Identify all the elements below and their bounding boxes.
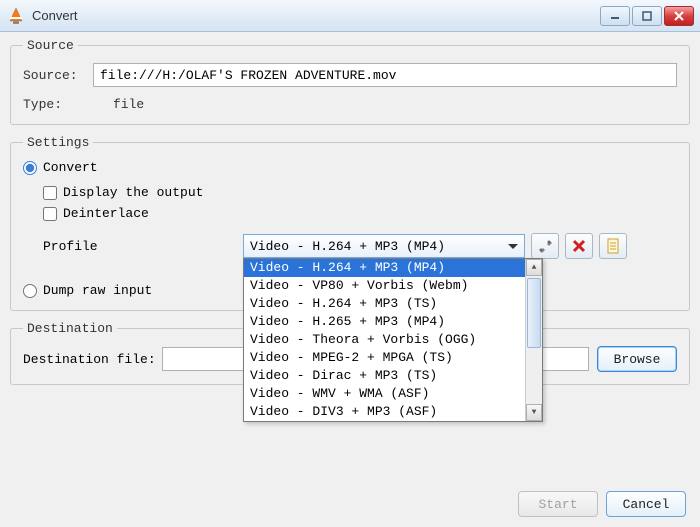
- new-profile-button[interactable]: [599, 233, 627, 259]
- doc-icon: [606, 238, 620, 254]
- settings-group: Settings Convert Display the output Dein…: [10, 135, 690, 311]
- scroll-down-icon[interactable]: ▼: [526, 404, 542, 421]
- start-button[interactable]: Start: [518, 491, 598, 517]
- profile-option[interactable]: Video - H.264 + MP3 (MP4): [244, 259, 542, 277]
- scrollbar[interactable]: ▲ ▼: [525, 259, 542, 421]
- source-group: Source Source: Type: file: [10, 38, 690, 125]
- close-button[interactable]: [664, 6, 694, 26]
- scroll-thumb[interactable]: [527, 278, 541, 348]
- type-label: Type:: [23, 97, 93, 112]
- source-label: Source:: [23, 68, 93, 83]
- x-icon: [572, 239, 586, 253]
- delete-profile-button[interactable]: [565, 233, 593, 259]
- dump-raw-label: Dump raw input: [43, 283, 152, 298]
- profile-option[interactable]: Video - H.264 + MP3 (TS): [244, 295, 542, 313]
- settings-legend: Settings: [23, 135, 93, 150]
- profile-option[interactable]: Video - VP80 + Vorbis (Webm): [244, 277, 542, 295]
- source-legend: Source: [23, 38, 78, 53]
- cancel-button[interactable]: Cancel: [606, 491, 686, 517]
- destination-file-label: Destination file:: [23, 352, 156, 367]
- convert-radio[interactable]: [23, 161, 37, 175]
- minimize-button[interactable]: [600, 6, 630, 26]
- title-bar: Convert: [0, 0, 700, 32]
- display-output-label: Display the output: [63, 185, 203, 200]
- profile-select[interactable]: Video - H.264 + MP3 (MP4): [243, 234, 525, 258]
- profile-option[interactable]: Video - WMV + WMA (ASF): [244, 385, 542, 403]
- chevron-down-icon: [508, 244, 518, 249]
- profile-option[interactable]: Video - Theora + Vorbis (OGG): [244, 331, 542, 349]
- display-output-checkbox[interactable]: [43, 186, 57, 200]
- maximize-button[interactable]: [632, 6, 662, 26]
- browse-button[interactable]: Browse: [597, 346, 677, 372]
- profile-option[interactable]: Video - Dirac + MP3 (TS): [244, 367, 542, 385]
- convert-label: Convert: [43, 160, 98, 175]
- app-icon: [6, 6, 26, 26]
- profile-option[interactable]: Video - MPEG-2 + MPGA (TS): [244, 349, 542, 367]
- profile-option[interactable]: Video - H.265 + MP3 (MP4): [244, 313, 542, 331]
- profile-selected-value: Video - H.264 + MP3 (MP4): [250, 239, 445, 254]
- profile-label: Profile: [43, 239, 243, 254]
- scroll-up-icon[interactable]: ▲: [526, 259, 542, 276]
- deinterlace-checkbox[interactable]: [43, 207, 57, 221]
- profile-option[interactable]: Video - DIV3 + MP3 (ASF): [244, 403, 542, 421]
- type-value: file: [113, 97, 144, 112]
- edit-profile-button[interactable]: [531, 233, 559, 259]
- deinterlace-label: Deinterlace: [63, 206, 149, 221]
- tools-icon: [537, 238, 553, 254]
- dump-raw-radio[interactable]: [23, 284, 37, 298]
- window-title: Convert: [32, 8, 78, 23]
- profile-dropdown: Video - H.264 + MP3 (MP4)Video - VP80 + …: [243, 258, 543, 422]
- destination-legend: Destination: [23, 321, 117, 336]
- source-input[interactable]: [93, 63, 677, 87]
